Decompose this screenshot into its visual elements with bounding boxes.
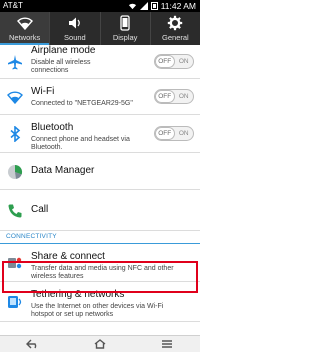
bluetooth-row[interactable]: Bluetooth Connect phone and headset via …	[0, 115, 200, 153]
call-row[interactable]: Call	[0, 190, 200, 231]
carrier-label: AT&T	[3, 1, 23, 10]
battery-icon	[150, 2, 158, 10]
connectivity-section-label: CONNECTIVITY	[6, 233, 57, 240]
airplane-mode-desc-line1: Disable all wireless	[31, 59, 91, 66]
airplane-mode-toggle[interactable]: OFF ON	[154, 54, 194, 69]
settings-tabs: Networks Sound Display General	[0, 12, 200, 45]
status-bar: AT&T 11:42 AM	[0, 0, 200, 12]
back-icon[interactable]	[26, 339, 40, 349]
tab-general-label: General	[162, 33, 189, 42]
bluetooth-icon	[7, 126, 23, 142]
tab-general[interactable]: General	[149, 12, 200, 45]
wifi-status-icon	[128, 3, 136, 10]
data-manager-title: Data Manager	[31, 165, 95, 176]
call-title: Call	[31, 204, 49, 215]
signal-icon	[139, 2, 148, 10]
tab-sound-label: Sound	[64, 33, 86, 42]
toggle-on-label: ON	[178, 130, 189, 137]
tethering-highlight-box	[2, 261, 198, 293]
airplane-mode-title: Airplane mode	[31, 45, 96, 56]
connectivity-section-header: CONNECTIVITY	[0, 231, 200, 244]
call-icon	[7, 203, 23, 219]
wifi-icon	[16, 15, 33, 31]
phone-icon	[117, 15, 133, 31]
tethering-networks-desc-line2: hotspot or set up networks	[31, 311, 114, 318]
settings-list: Airplane mode Disable all wireless conne…	[0, 45, 200, 335]
airplane-mode-desc-line2: connections	[31, 67, 69, 74]
data-manager-row[interactable]: Data Manager	[0, 153, 200, 190]
wifi-settings-icon	[7, 89, 23, 105]
toggle-off-knob: OFF	[155, 127, 175, 140]
toggle-on-label: ON	[178, 58, 189, 65]
tab-networks[interactable]: Networks	[0, 12, 50, 45]
navigation-bar	[0, 335, 200, 352]
bluetooth-toggle[interactable]: OFF ON	[154, 126, 194, 141]
home-icon[interactable]	[93, 339, 107, 349]
tab-networks-label: Networks	[8, 33, 41, 42]
bluetooth-title: Bluetooth	[31, 122, 74, 133]
wifi-title: Wi-Fi	[31, 86, 55, 97]
data-manager-icon	[7, 164, 23, 180]
status-icons: 11:42 AM	[128, 0, 196, 12]
tethering-networks-desc-line1: Use the Internet on other devices via Wi…	[31, 303, 164, 310]
bluetooth-desc-line1: Connect phone and headset via	[31, 136, 130, 143]
speaker-icon	[67, 15, 83, 31]
wifi-toggle[interactable]: OFF ON	[154, 89, 194, 104]
wifi-row[interactable]: Wi-Fi Connected to "NETGEAR29-5G" OFF ON	[0, 79, 200, 115]
menu-icon[interactable]	[160, 339, 174, 349]
toggle-on-label: ON	[178, 93, 189, 100]
wifi-status: Connected to "NETGEAR29-5G"	[31, 100, 133, 107]
tethering-icon	[7, 294, 23, 310]
toggle-off-knob: OFF	[155, 55, 175, 68]
tab-display-label: Display	[112, 33, 138, 42]
tab-display[interactable]: Display	[99, 12, 150, 45]
toggle-off-knob: OFF	[155, 90, 175, 103]
clock: 11:42 AM	[160, 1, 196, 11]
bluetooth-desc-line2: Bluetooth.	[31, 144, 63, 151]
gear-icon	[167, 15, 183, 31]
airplane-icon	[7, 54, 23, 70]
tab-sound[interactable]: Sound	[49, 12, 99, 45]
airplane-mode-row[interactable]: Airplane mode Disable all wireless conne…	[0, 45, 200, 79]
